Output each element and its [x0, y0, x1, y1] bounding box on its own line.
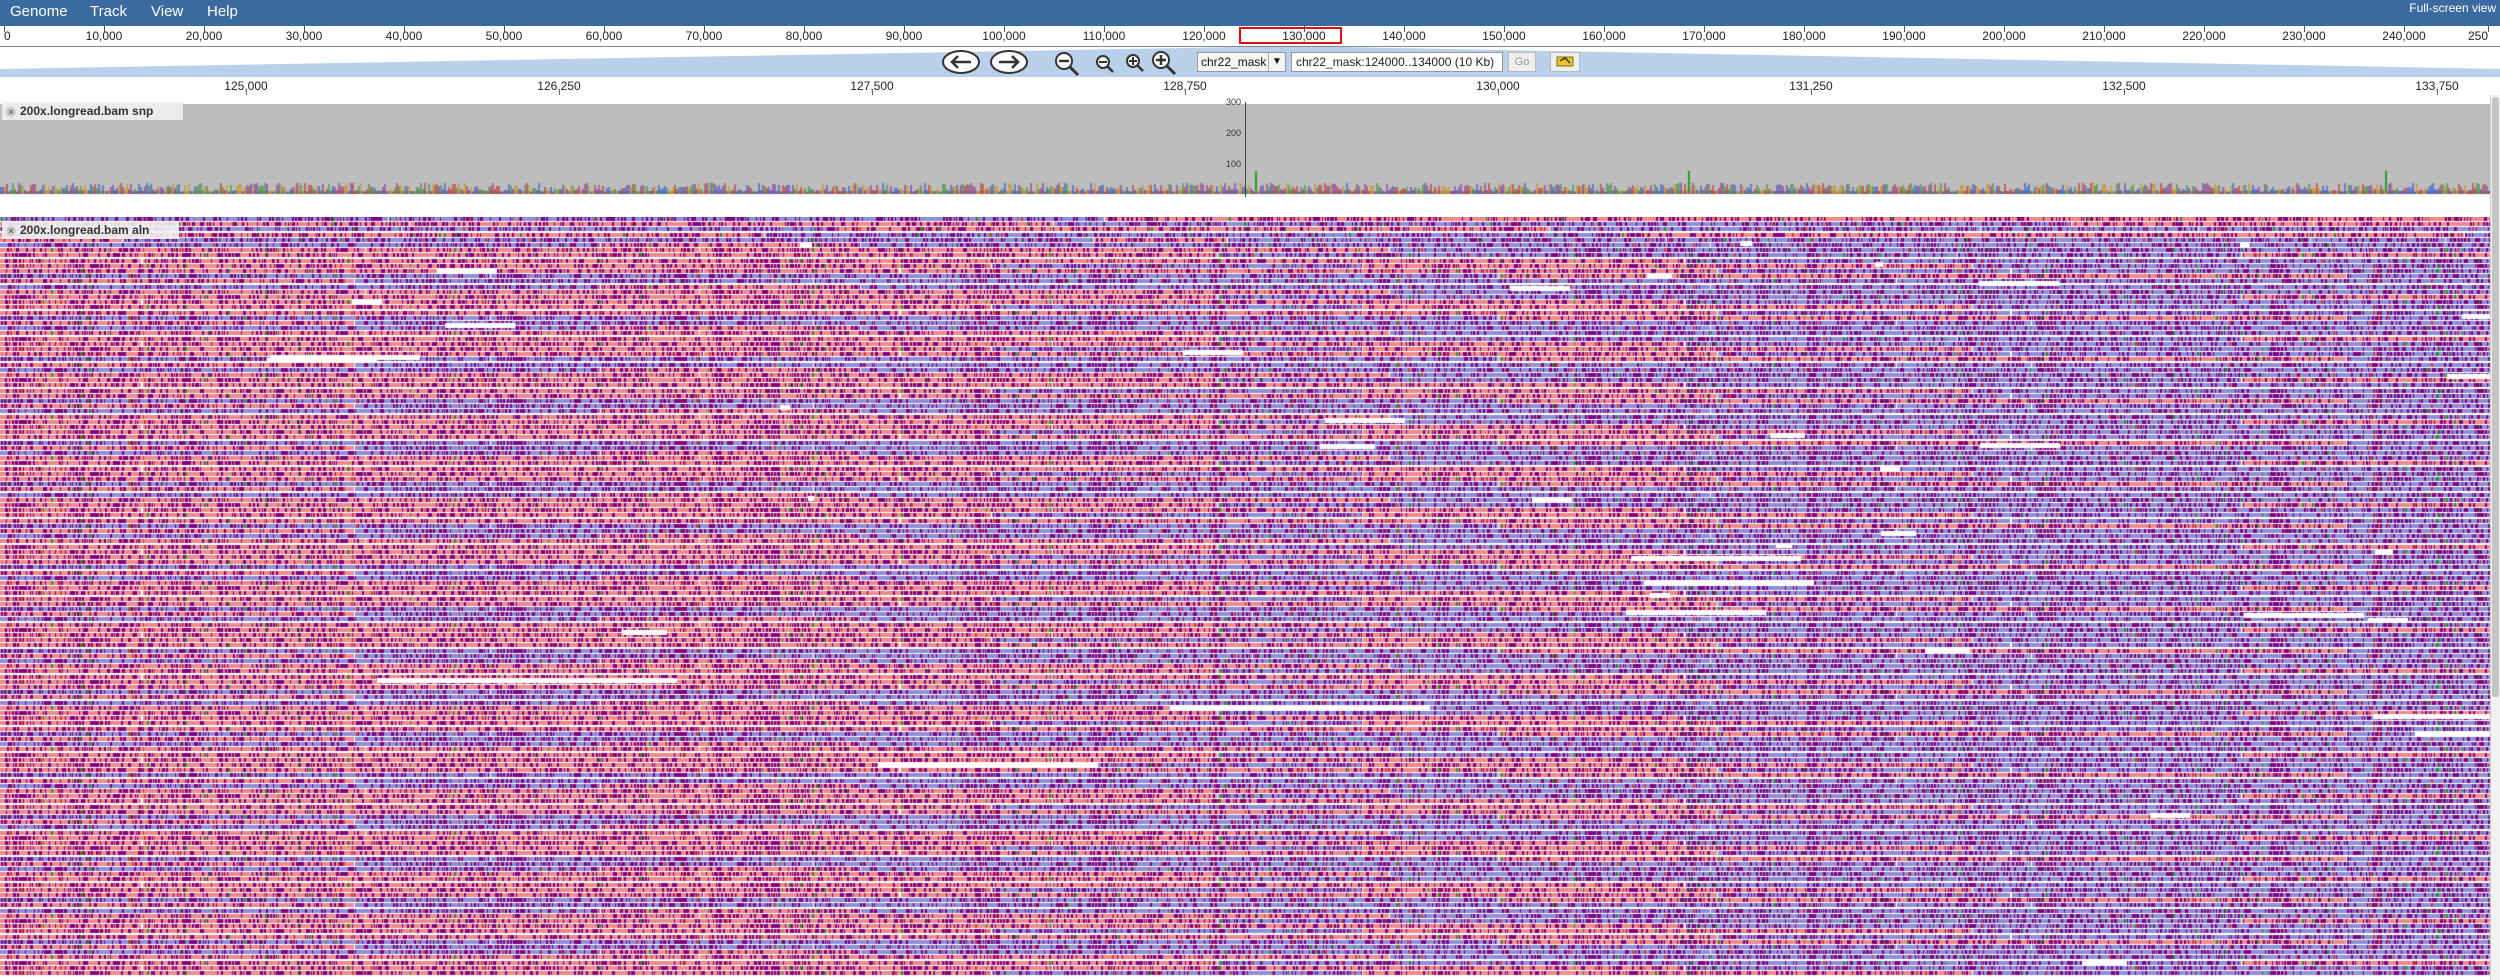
- menu-view[interactable]: View: [151, 3, 183, 20]
- zoom-in-button[interactable]: [1124, 52, 1146, 79]
- overview-tick: [2004, 26, 2005, 32]
- overview-tick: [2488, 26, 2489, 32]
- overview-tick: [1604, 26, 1605, 32]
- overview-label: 250: [2467, 29, 2488, 43]
- overview-tick: [904, 26, 905, 32]
- snp-track-name: 200x.longread.bam snp: [20, 104, 154, 118]
- overview-tick: [1204, 26, 1205, 32]
- close-icon[interactable]: ×: [6, 106, 16, 117]
- overview-label: 0: [4, 29, 11, 43]
- arrow-right-icon: [990, 50, 1028, 74]
- zoom-out-icon: [1096, 55, 1114, 73]
- overview-tick: [304, 26, 305, 32]
- overview-tick: [1404, 26, 1405, 32]
- menu-bar: Genome Track View Help Full-screen view: [0, 0, 2500, 26]
- overview-tick: [1804, 26, 1805, 32]
- snp-coverage-track: 300 200 100 × 200x.longread.bam snp: [0, 95, 2490, 200]
- overview-tick: [1304, 26, 1305, 32]
- zoom-in-large-icon: [1152, 51, 1177, 76]
- overview-tick: [2404, 26, 2405, 32]
- zoom-in-icon: [1126, 54, 1144, 72]
- overview-tick: [1104, 26, 1105, 32]
- overview-tick: [4, 26, 5, 32]
- menu-genome[interactable]: Genome: [10, 3, 68, 20]
- overview-tick: [1704, 26, 1705, 32]
- overview-tick: [1004, 26, 1005, 32]
- overview-tick: [2204, 26, 2205, 32]
- location-input[interactable]: [1291, 52, 1503, 72]
- overview-tick: [604, 26, 605, 32]
- axis-label-300: 300: [1226, 97, 1242, 107]
- track-area[interactable]: 300 200 100 × 200x.longread.bam snp × 200x…: [0, 95, 2490, 980]
- overview-tick: [1504, 26, 1505, 32]
- overview-tick: [704, 26, 705, 32]
- overview-tick: [2104, 26, 2105, 32]
- highlight-button[interactable]: [1550, 52, 1580, 72]
- zoom-out-large-icon: [1055, 52, 1080, 77]
- reference-sequence-value: chr22_mask: [1201, 55, 1267, 69]
- overview-tick: [104, 26, 105, 32]
- vertical-scrollbar[interactable]: [2490, 95, 2500, 980]
- overview-tick: [2304, 26, 2305, 32]
- aln-track-name: 200x.longread.bam aln: [20, 223, 150, 237]
- chevron-down-icon: ▼: [1268, 53, 1285, 71]
- overview-tick: [404, 26, 405, 32]
- highlighter-icon: [1556, 56, 1574, 66]
- menu-track[interactable]: Track: [90, 3, 127, 20]
- arrow-left-icon: [942, 50, 980, 74]
- close-icon[interactable]: ×: [6, 225, 16, 236]
- overview-scale[interactable]: 0 10,000 20,000 30,000 40,000 50,000 60,000 70,…: [0, 26, 2500, 47]
- overview-tick: [1904, 26, 1905, 32]
- snp-track-label[interactable]: × 200x.longread.bam snp: [2, 102, 184, 120]
- read-alignments[interactable]: [0, 217, 2490, 980]
- fullscreen-link[interactable]: Full-screen view: [2409, 1, 2496, 15]
- coverage-axis: [1245, 102, 1246, 197]
- scrollbar-thumb[interactable]: [2492, 97, 2499, 697]
- pan-right-button[interactable]: [989, 50, 1029, 79]
- coordinate-ruler[interactable]: 125,000 126,250 127,500 128,750 130,000 131,2…: [0, 78, 2500, 96]
- axis-label-200: 200: [1226, 128, 1242, 138]
- go-button[interactable]: Go: [1508, 52, 1536, 72]
- reference-sequence-select[interactable]: chr22_mask ▼: [1197, 52, 1286, 72]
- overview-tick: [204, 26, 205, 32]
- overview-tick: [804, 26, 805, 32]
- zoom-out-button[interactable]: [1094, 53, 1116, 80]
- menu-help[interactable]: Help: [207, 3, 238, 20]
- pan-left-button[interactable]: [941, 50, 981, 79]
- overview-tick: [504, 26, 505, 32]
- axis-label-100: 100: [1226, 159, 1242, 169]
- aln-track-label[interactable]: × 200x.longread.bam aln: [2, 221, 180, 239]
- alignment-track[interactable]: × 200x.longread.bam aln: [0, 217, 2490, 980]
